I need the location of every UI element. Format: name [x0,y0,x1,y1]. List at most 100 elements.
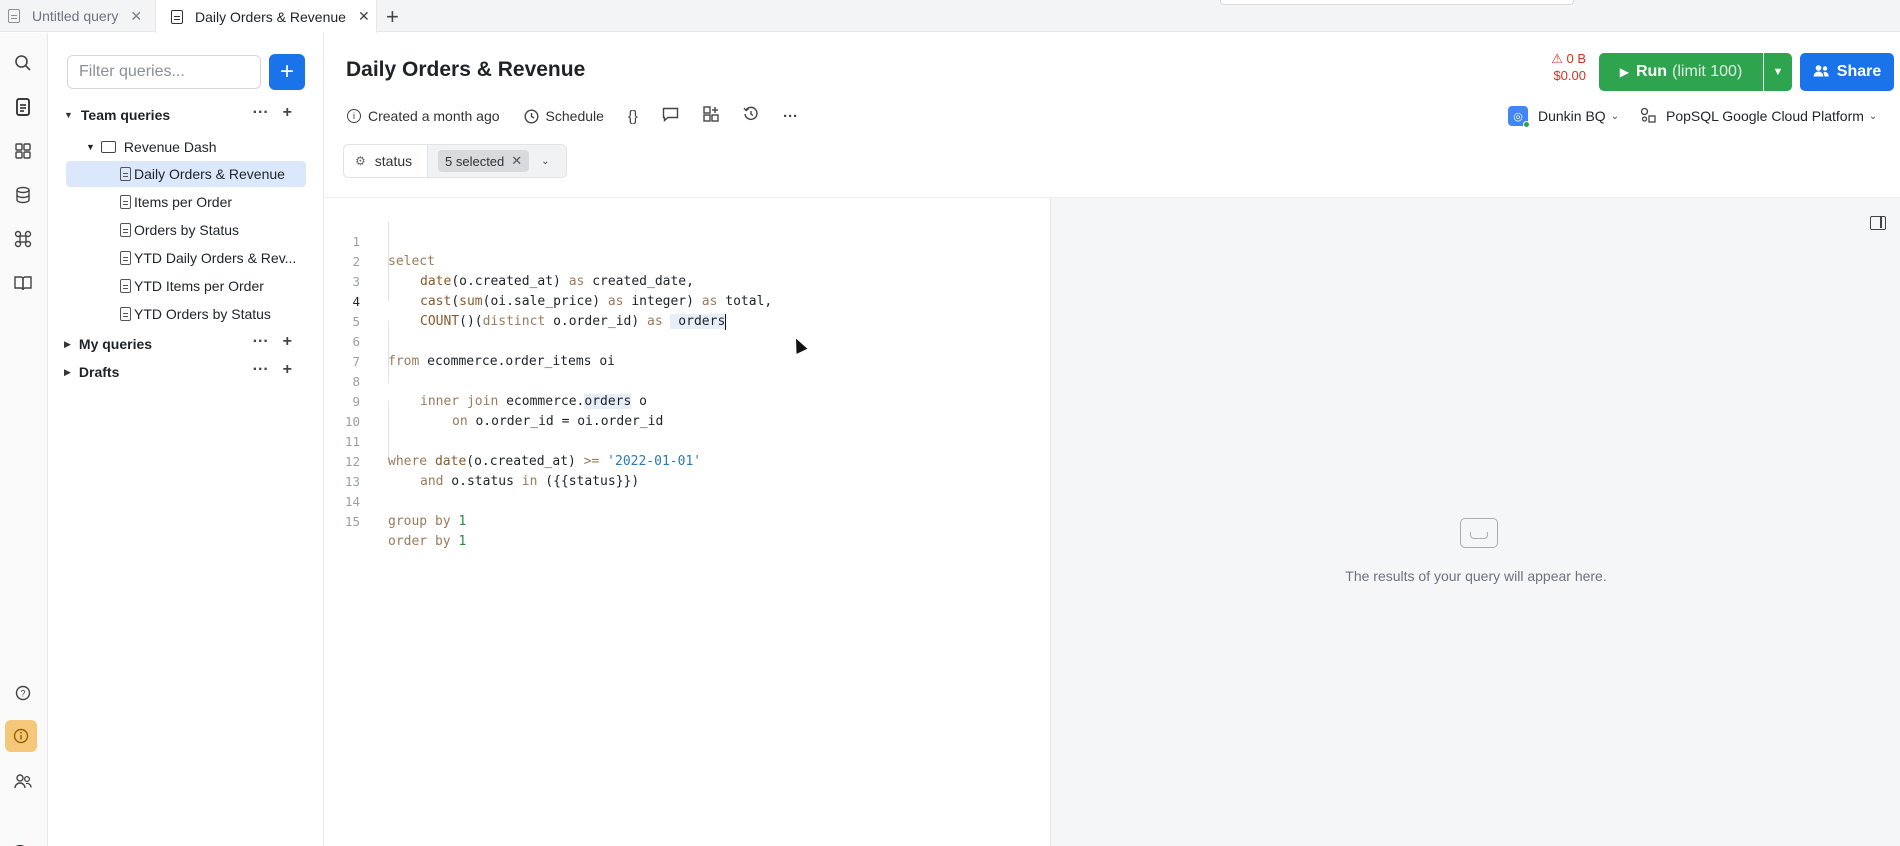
svg-text:?: ? [20,689,25,699]
caret-down-icon: ▼ [64,110,73,120]
run-options-chevron-down-icon[interactable]: ▼ [1764,53,1792,91]
help-icon[interactable]: ? [11,681,35,705]
connection-label: Dunkin BQ [1538,108,1606,124]
section-my-queries[interactable]: ▶ My queries ··· + [64,333,308,355]
close-icon[interactable]: ✕ [130,8,142,25]
database-icon[interactable] [11,183,35,207]
info-icon[interactable] [5,720,37,752]
section-team-queries[interactable]: ▼ Team queries ··· + [64,104,308,126]
play-icon: ▶ [1619,65,1629,79]
left-rail: ? E [0,33,48,846]
info-icon: i [347,109,361,123]
dashboards-icon[interactable] [11,139,35,163]
connection-selector[interactable]: ◎ Dunkin BQ ⌄ [1508,105,1620,128]
add-query-button[interactable]: + [269,54,305,90]
query-item-label: Orders by Status [134,222,240,238]
query-item-ytd-daily-orders[interactable]: YTD Daily Orders & Rev... [66,245,306,271]
close-icon[interactable]: ✕ [511,153,522,169]
filter-queries-input[interactable] [67,55,261,89]
people-icon [1813,64,1829,80]
panel-toggle-icon[interactable] [1870,216,1886,230]
more-icon[interactable]: ··· [783,108,798,125]
sql-editor[interactable]: 1 select 2 date(o.created_at) as created… [324,198,1050,846]
parameter-status[interactable]: ⚙ status 5 selected ✕ ⌄ [343,144,567,178]
folder-revenue-dash[interactable]: ▼ Revenue Dash [86,136,217,158]
plus-icon[interactable]: + [283,361,292,379]
section-label: Team queries [80,107,171,123]
query-item-items-per-order[interactable]: Items per Order [66,189,306,215]
document-icon [120,279,131,293]
caret-right-icon: ▶ [64,338,71,349]
book-icon[interactable] [11,271,35,295]
code-line: 6 from ecommerce.order_items oi [352,334,615,369]
parameter-label[interactable]: ⚙ status [344,145,428,177]
chip-label: 5 selected [445,153,505,169]
code-line: 3 cast(sum(oi.sale_price) as integer) as… [352,274,773,309]
bigquery-icon: ◎ [1508,106,1530,128]
code-line: 15 order by 1 [344,514,467,549]
page-title[interactable]: Daily Orders & Revenue [346,58,585,82]
integrations-icon[interactable] [11,227,35,251]
gear-icon: ⚙ [355,154,366,168]
tab-label: Untitled query [32,8,119,24]
close-icon[interactable]: ✕ [358,8,370,25]
cost-label: $0.00 [1553,68,1586,83]
query-item-orders-by-status[interactable]: Orders by Status [66,217,306,243]
query-item-ytd-orders-by-status[interactable]: YTD Orders by Status [66,301,306,327]
created-label: Created a month ago [368,108,500,124]
run-button[interactable]: ▶ Run (limit 100) [1599,53,1763,91]
warning-icon: ⚠ [1551,51,1567,66]
history-icon[interactable] [743,106,759,126]
new-tab-button[interactable]: + [386,4,399,30]
query-item-ytd-items-per-order[interactable]: YTD Items per Order [66,273,306,299]
search-icon[interactable] [11,51,35,75]
query-sidebar: + ▼ Team queries ··· + ▼ Revenue Dash Da… [48,33,324,846]
connected-status-dot [1523,121,1530,128]
plus-icon[interactable]: + [283,104,292,122]
selection-chip[interactable]: 5 selected ✕ [438,150,530,172]
run-limit-label: (limit 100) [1672,63,1743,80]
more-icon[interactable]: ··· [253,361,269,379]
more-icon[interactable]: ··· [253,333,269,351]
caret-down-icon: ▼ [86,142,95,152]
tab-untitled-query[interactable]: Untitled query ✕ [8,0,158,32]
chevron-down-icon[interactable]: ⌄ [541,156,549,167]
document-icon [120,167,131,181]
query-item-daily-orders-revenue[interactable]: Daily Orders & Revenue [66,161,306,187]
schedule-label: Schedule [545,108,604,124]
query-meta-toolbar: i Created a month ago Schedule {} ··· [347,106,822,126]
created-info: i Created a month ago [347,108,500,124]
code-line: 9 on o.order_id = oi.order_id [352,394,664,429]
comment-icon[interactable] [662,107,679,126]
query-item-label: YTD Items per Order [134,278,264,294]
organization-selector[interactable]: PopSQL Google Cloud Platform ⌄ [1640,105,1877,127]
code-line: 10 [344,414,360,429]
team-icon[interactable] [11,769,35,793]
more-icon[interactable]: ··· [253,104,269,122]
tab-daily-orders-revenue[interactable]: Daily Orders & Revenue ✕ [155,0,377,33]
share-button[interactable]: Share [1800,53,1894,91]
share-label: Share [1836,63,1882,80]
queries-icon[interactable] [11,95,35,119]
folder-label: Revenue Dash [123,139,217,155]
braces-icon[interactable]: {} [628,108,638,125]
code-line: 14 group by 1 [344,494,467,529]
results-empty-text: The results of your query will appear he… [1345,568,1607,584]
section-label: My queries [78,336,153,352]
clock-icon [524,108,539,124]
plus-icon[interactable]: + [283,333,292,351]
folder-icon [100,141,116,153]
document-icon [120,223,131,237]
tab-bar: Untitled query ✕ Daily Orders & Revenue … [0,0,1900,33]
document-icon [8,9,20,23]
code-line: 4 COUNT()(distinct o.order_id) as orders [352,294,727,330]
chevron-down-icon: ⌄ [1610,110,1620,122]
add-to-dashboard-icon[interactable] [703,106,719,126]
parameter-name: status [374,153,413,169]
inbox-icon [1460,518,1498,548]
section-drafts[interactable]: ▶ Drafts ··· + [64,361,308,383]
warning-bytes: ⚠ 0 B [1551,51,1586,66]
query-item-label: YTD Daily Orders & Rev... [134,250,297,266]
organization-label: PopSQL Google Cloud Platform [1666,108,1864,124]
schedule-button[interactable]: Schedule [524,108,604,124]
